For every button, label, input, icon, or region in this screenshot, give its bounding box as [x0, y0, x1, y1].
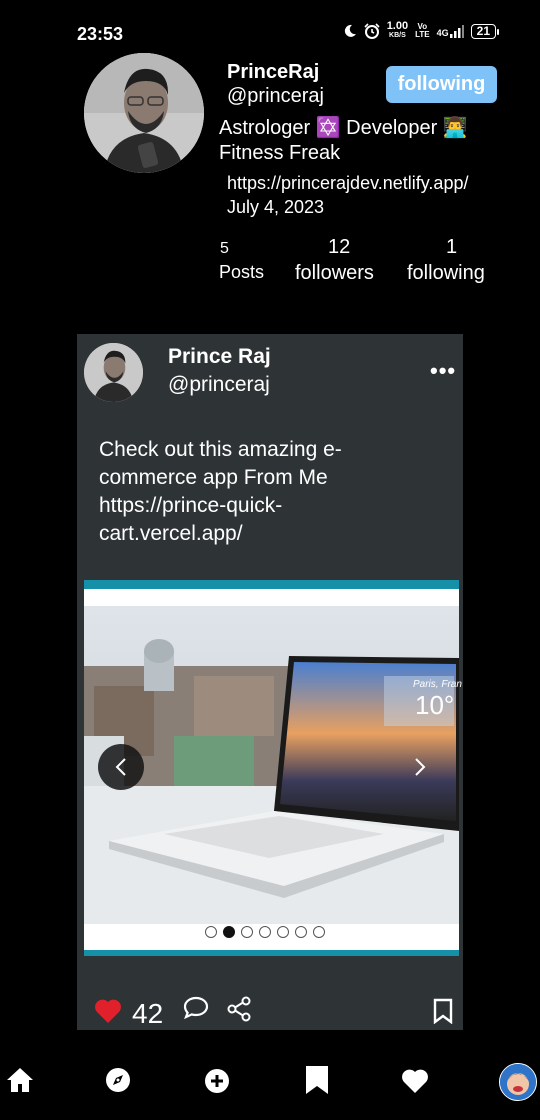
share-icon — [227, 996, 251, 1022]
carousel-top-band — [84, 580, 459, 589]
network-speed: 1.00 KB/S — [387, 21, 408, 40]
more-options-button[interactable]: ••• — [430, 358, 456, 384]
volte-indicator: Vo LTE — [415, 23, 430, 39]
battery-indicator: 21 — [470, 23, 500, 39]
following-count[interactable]: 1 — [446, 236, 457, 259]
post-text: Check out this amazing e-commerce app Fr… — [99, 438, 342, 545]
compass-icon — [106, 1068, 130, 1092]
following-label[interactable]: following — [407, 262, 485, 285]
bookmark-button[interactable] — [432, 998, 454, 1029]
nav-profile-avatar[interactable] — [499, 1063, 537, 1101]
moon-icon — [344, 24, 356, 37]
alarm-icon — [364, 23, 380, 39]
status-time: 23:53 — [77, 24, 124, 44]
post-author-handle[interactable]: @princeraj — [168, 373, 270, 397]
bookmark-icon — [433, 998, 453, 1025]
screen-location-text: Paris, Fran — [413, 679, 462, 690]
carousel-dot[interactable] — [313, 926, 325, 938]
carousel-dot[interactable] — [259, 926, 271, 938]
post-author-photo — [84, 343, 143, 402]
carousel-dot[interactable] — [295, 926, 307, 938]
profile-join-date: July 4, 2023 — [227, 197, 325, 217]
signal-label: 4G — [436, 27, 449, 38]
carousel-dot[interactable] — [205, 926, 217, 938]
profile-handle: @princeraj — [227, 85, 325, 107]
carousel-dot[interactable] — [277, 926, 289, 938]
nav-home[interactable] — [6, 1067, 34, 1098]
signal-bars-icon — [449, 24, 464, 38]
comment-icon — [183, 996, 209, 1020]
chevron-right-icon — [415, 758, 426, 776]
posts-label[interactable]: Posts — [219, 262, 264, 283]
comment-button[interactable] — [182, 995, 210, 1026]
heart-outline-icon — [402, 1069, 428, 1093]
post-author-name[interactable]: Prince Raj — [168, 345, 271, 369]
like-count: 42 — [132, 998, 164, 1029]
carousel-prev-button[interactable] — [98, 744, 144, 790]
plus-circle-icon — [205, 1069, 229, 1093]
profile-website-link[interactable]: https://princerajdev.netlify.app/ — [227, 173, 468, 194]
status-icons: 1.00 KB/S Vo LTE 4G 21 — [343, 21, 500, 40]
profile-photo — [84, 53, 204, 173]
carousel-indicator — [205, 926, 325, 938]
profile-bio: Astrologer ✡️ Developer 👨‍💻 Fitness Frea… — [219, 117, 468, 164]
following-button[interactable]: following — [386, 66, 497, 103]
nav-saved[interactable] — [305, 1065, 329, 1100]
carousel-bottom-band — [84, 950, 459, 956]
nav-notifications[interactable] — [401, 1068, 429, 1099]
chevron-left-icon — [115, 758, 126, 776]
like-button[interactable] — [94, 998, 122, 1029]
speed-unit: KB/S — [389, 32, 406, 39]
home-icon — [7, 1068, 33, 1092]
signal-indicator: 4G — [436, 24, 464, 38]
nav-create-post[interactable] — [204, 1068, 230, 1099]
carousel-dot[interactable] — [241, 926, 253, 938]
followers-count[interactable]: 12 — [328, 236, 350, 259]
profile-avatar[interactable] — [84, 53, 204, 173]
volte-bottom: LTE — [415, 30, 430, 39]
profile-name: PrinceRaj — [227, 61, 320, 83]
share-button[interactable] — [226, 996, 252, 1027]
carousel-next-button[interactable] — [404, 744, 436, 790]
bookmark-filled-icon — [306, 1066, 328, 1094]
post-author-avatar[interactable] — [84, 343, 143, 402]
followers-label[interactable]: followers — [295, 262, 374, 285]
user-avatar-cartoon — [500, 1064, 536, 1100]
heart-icon — [95, 999, 121, 1023]
posts-count[interactable]: 5 — [220, 240, 229, 258]
screen-temperature-text: 10° — [415, 690, 455, 720]
carousel-dot[interactable] — [223, 926, 235, 938]
nav-explore[interactable] — [105, 1067, 131, 1098]
